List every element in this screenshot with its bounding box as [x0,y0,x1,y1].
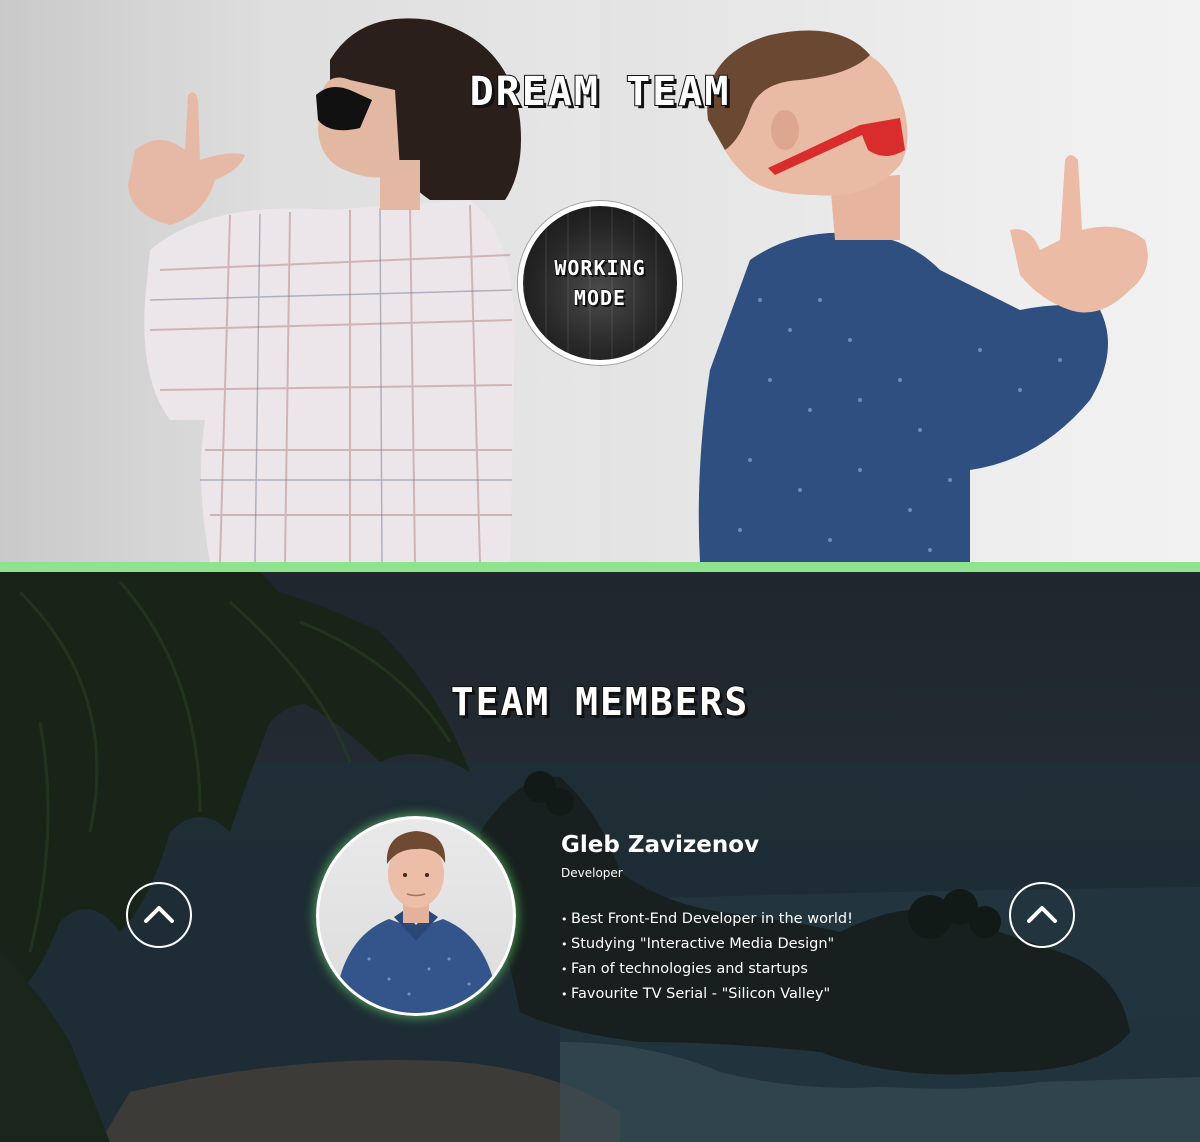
working-mode-button[interactable]: Working Mode [518,201,682,365]
team-members-title: Team Members [450,679,750,725]
working-mode-line-2: Mode [573,285,627,311]
working-mode-label: Working Mode [530,253,670,313]
hero-section: Dream Team Working Mode [0,0,1200,562]
section-separator [0,562,1200,572]
hero-title: Dream Team [469,68,731,116]
member-details: Gleb Zavizenov Developer Best Front-End … [561,828,981,1007]
working-mode-line-1: Working [554,255,646,281]
chevron-up-icon [1027,906,1057,923]
team-members-section: Team Members [0,572,1200,1142]
member-facts-list: Best Front-End Developer in the world! S… [561,907,981,1007]
member-fact: Fan of technologies and startups [561,957,981,982]
chevron-up-icon [144,906,174,923]
member-fact: Favourite TV Serial - "Silicon Valley" [561,982,981,1007]
member-fact: Best Front-End Developer in the world! [561,907,981,932]
member-avatar [316,816,516,1016]
previous-member-button[interactable] [126,882,192,948]
member-name: Gleb Zavizenov [561,832,760,858]
member-role: Developer [561,866,623,880]
member-fact: Studying "Interactive Media Design" [561,932,981,957]
next-member-button[interactable] [1009,882,1075,948]
